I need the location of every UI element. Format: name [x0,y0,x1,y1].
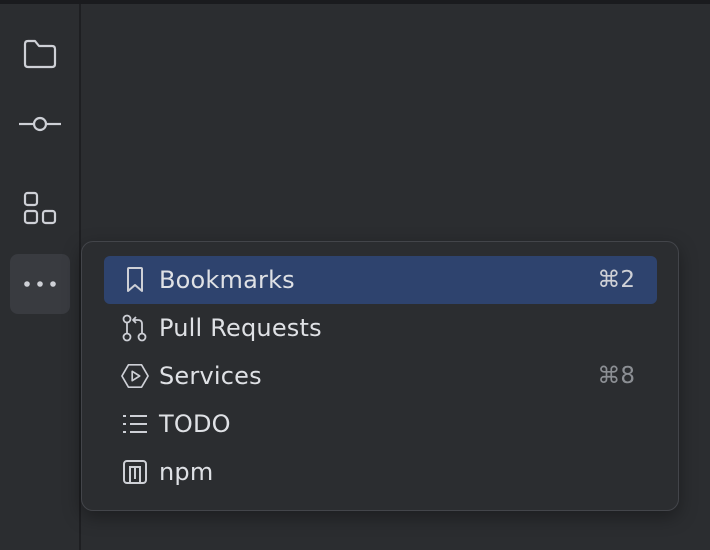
menu-item-label: npm [159,458,214,486]
structure-tool-button[interactable] [10,178,70,238]
menu-item-label: Bookmarks [159,266,295,294]
structure-icon [23,191,57,225]
menu-item-label: Pull Requests [159,314,322,342]
pull-request-icon [121,314,149,342]
menu-item-todo[interactable]: TODO [104,400,657,448]
npm-icon [121,458,149,486]
menu-item-services[interactable]: Services ⌘8 [104,352,657,400]
menu-item-label: Services [159,362,262,390]
menu-item-shortcut: ⌘2 [597,267,635,293]
folder-icon [22,38,58,70]
ide-window: Bookmarks ⌘2 Pull Requests Services ⌘8 T… [0,0,710,550]
commit-tool-button[interactable] [10,94,70,154]
menu-item-label: TODO [159,410,231,438]
menu-item-npm[interactable]: npm [104,448,657,496]
tool-window-strip [0,4,80,550]
project-tool-button[interactable] [10,24,70,84]
menu-item-pull-requests[interactable]: Pull Requests [104,304,657,352]
more-tool-windows-popup: Bookmarks ⌘2 Pull Requests Services ⌘8 T… [81,241,679,511]
more-tool-windows-button[interactable] [10,254,70,314]
bookmark-icon [121,266,149,294]
menu-item-shortcut: ⌘8 [597,363,635,389]
more-icon [23,280,57,288]
todo-list-icon [121,410,149,438]
services-icon [121,362,149,390]
menu-item-bookmarks[interactable]: Bookmarks ⌘2 [104,256,657,304]
commit-icon [19,114,61,134]
